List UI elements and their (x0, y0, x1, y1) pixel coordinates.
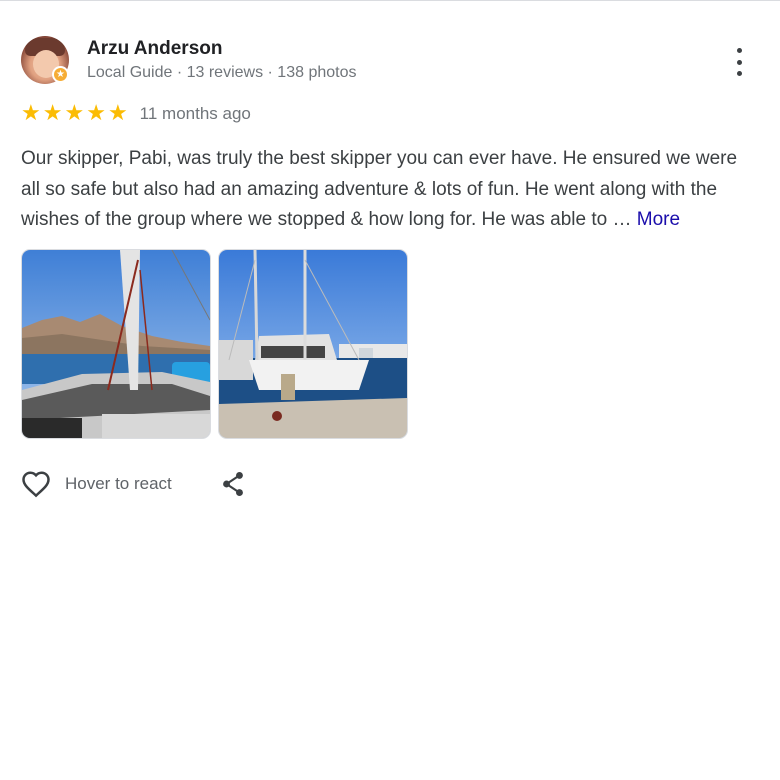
star-icon: ★ (86, 101, 106, 126)
review-photos (21, 248, 761, 439)
share-icon (222, 471, 243, 496)
heart-outline-icon (22, 470, 50, 497)
review-photo-2[interactable] (218, 248, 408, 439)
review-body: Our skipper, Pabi, was truly the best sk… (21, 148, 738, 230)
review-actions: Hover to react (21, 466, 761, 502)
react-label: Hover to react (65, 473, 172, 493)
star-icon: ★ (21, 101, 41, 126)
review-card: ★ Arzu Anderson Local Guide · 13 reviews… (21, 36, 761, 502)
review-time: 11 months ago (139, 104, 251, 123)
share-button[interactable] (220, 470, 246, 498)
star-rating: ★ ★ ★ ★ ★ (21, 103, 128, 125)
top-divider (0, 0, 780, 1)
star-icon: ★ (107, 101, 128, 126)
local-guide-badge-icon: ★ (52, 66, 69, 83)
review-photo-1[interactable] (21, 248, 211, 439)
reviewer-name[interactable]: Arzu Anderson (87, 38, 222, 60)
more-link[interactable]: More (637, 209, 680, 230)
react-button[interactable]: Hover to react (21, 470, 172, 498)
star-icon: ★ (64, 101, 85, 126)
reviewer-meta: Local Guide · 13 reviews · 138 photos (87, 64, 357, 81)
review-header: ★ Arzu Anderson Local Guide · 13 reviews… (21, 36, 761, 86)
more-vert-icon[interactable] (734, 48, 744, 76)
review-text: Our skipper, Pabi, was truly the best sk… (21, 144, 756, 236)
rating-row: ★ ★ ★ ★ ★ 11 months ago (21, 100, 761, 128)
star-icon: ★ (42, 101, 63, 126)
